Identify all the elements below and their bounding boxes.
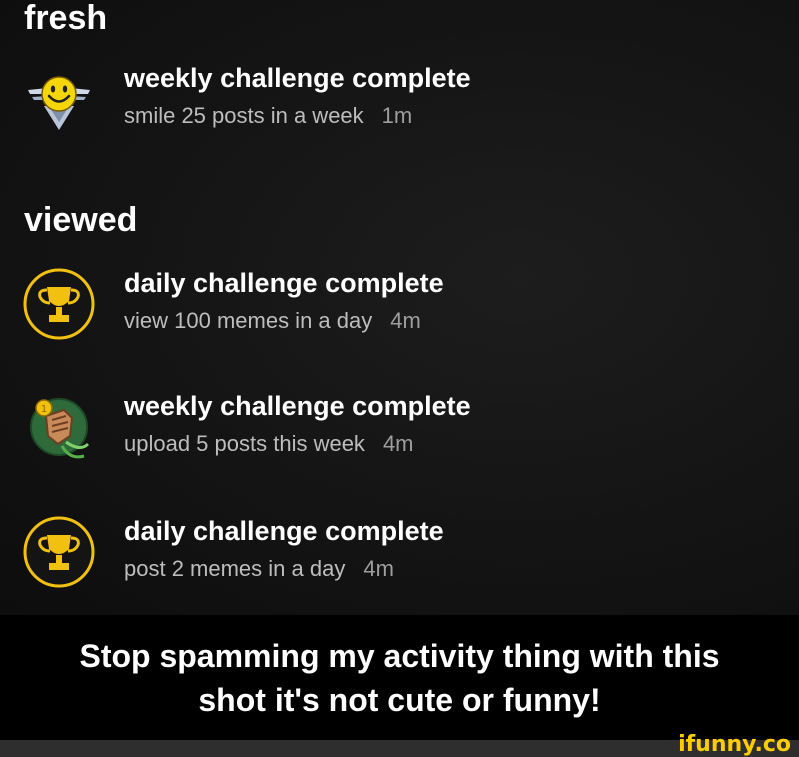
activity-description: upload 5 posts this week <box>124 431 365 456</box>
smile-badge-icon <box>22 62 96 136</box>
activity-title: daily challenge complete <box>124 268 444 298</box>
activity-time: 4m <box>363 556 394 581</box>
medal-fist-icon: 1 <box>22 390 96 464</box>
activity-description: smile 25 posts in a week <box>124 103 364 128</box>
activity-description: view 100 memes in a day <box>124 308 373 333</box>
activity-title: weekly challenge complete <box>124 391 471 421</box>
activity-title: daily challenge complete <box>124 516 444 546</box>
caption-line-2: shot it's not cute or funny! <box>198 681 601 718</box>
activity-description: post 2 memes in a day <box>124 556 346 581</box>
activity-time: 4m <box>390 308 421 333</box>
activity-time: 1m <box>381 103 413 128</box>
ifunny-watermark: ifunny.co <box>678 732 791 757</box>
activity-subtitle: upload 5 posts this week 4m <box>124 430 414 458</box>
svg-text:1: 1 <box>41 404 47 415</box>
activity-item[interactable]: weekly challenge complete smile 25 posts… <box>0 62 799 152</box>
caption-line-1: Stop spamming my activity thing with thi… <box>79 637 720 674</box>
activity-item[interactable]: daily challenge complete post 2 memes in… <box>0 515 799 605</box>
trophy-icon <box>22 515 96 589</box>
activity-time: 4m <box>382 431 414 456</box>
activity-subtitle: smile 25 posts in a week 1m <box>124 102 412 130</box>
fresh-section-title: fresh <box>24 0 108 37</box>
activity-subtitle: view 100 memes in a day 4m <box>124 307 421 335</box>
activity-screen: fresh weekly challenge complete smile 25… <box>0 0 799 615</box>
trophy-icon <box>22 267 96 341</box>
activity-title: weekly challenge complete <box>124 63 471 93</box>
viewed-section-title: viewed <box>24 201 138 239</box>
activity-item[interactable]: 1 weekly challenge complete upload 5 pos… <box>0 390 799 480</box>
meme-caption: Stop spamming my activity thing with thi… <box>0 615 799 740</box>
activity-item[interactable]: daily challenge complete view 100 memes … <box>0 267 799 357</box>
activity-subtitle: post 2 memes in a day 4m <box>124 555 394 583</box>
